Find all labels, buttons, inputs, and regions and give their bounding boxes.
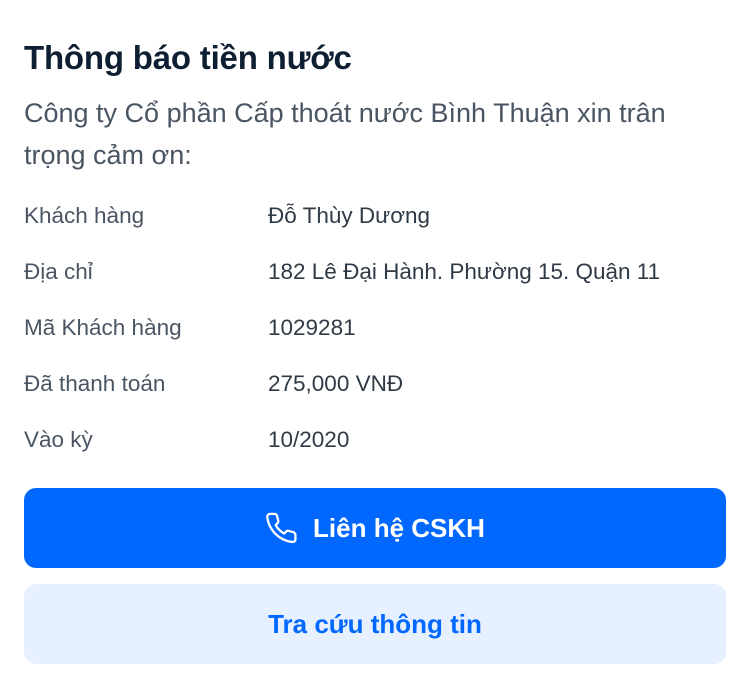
bill-notification-card: Thông báo tiền nước Công ty Cổ phần Cấp … [0, 0, 750, 696]
info-value: 182 Lê Đại Hành. Phường 15. Quận 11 [268, 259, 661, 284]
card-title: Thông báo tiền nước [24, 39, 352, 76]
info-label: Mã Khách hàng [24, 315, 182, 340]
info-value: 10/2020 [268, 427, 350, 452]
info-label: Vào kỳ [24, 427, 93, 452]
phone-icon [265, 511, 299, 545]
lookup-info-button[interactable]: Tra cứu thông tin [24, 584, 726, 664]
contact-support-button[interactable]: Liên hệ CSKH [24, 488, 726, 568]
intro-text: Công ty Cổ phần Cấp thoát nước Bình Thuậ… [24, 98, 666, 170]
info-label: Địa chỉ [24, 259, 93, 284]
info-value: 275,000 VNĐ [268, 371, 404, 396]
info-row-paid: Đã thanh toán 275,000 VNĐ [24, 366, 724, 402]
info-row-address: Địa chỉ 182 Lê Đại Hành. Phường 15. Quận… [24, 254, 724, 290]
info-row-customer: Khách hàng Đỗ Thùy Dương [24, 198, 724, 234]
lookup-info-label: Tra cứu thông tin [268, 608, 482, 639]
info-label: Đã thanh toán [24, 371, 166, 396]
info-value: Đỗ Thùy Dương [268, 203, 430, 228]
info-value: 1029281 [268, 315, 356, 340]
info-label: Khách hàng [24, 203, 145, 228]
info-row-period: Vào kỳ 10/2020 [24, 422, 724, 458]
contact-support-label: Liên hệ CSKH [313, 512, 485, 543]
info-row-customer-id: Mã Khách hàng 1029281 [24, 310, 724, 346]
